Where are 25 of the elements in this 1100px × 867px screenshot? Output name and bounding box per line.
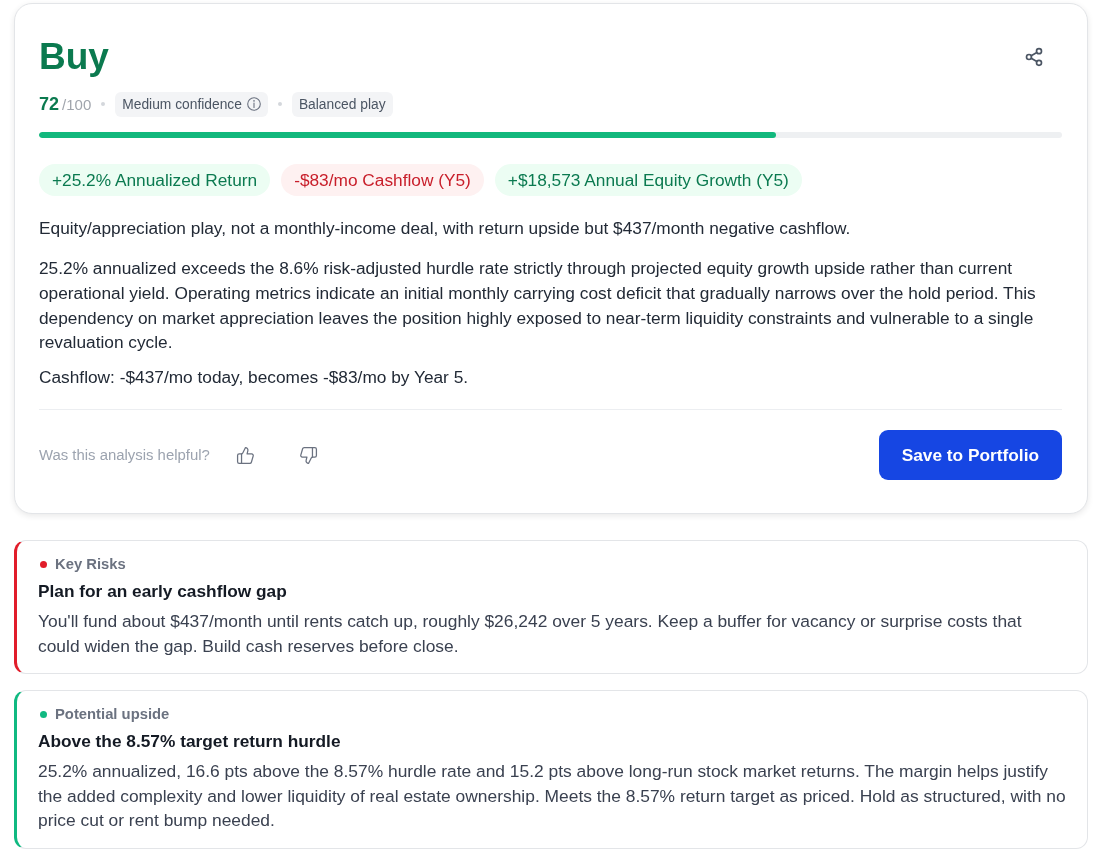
- verdict-title: Buy: [39, 35, 109, 79]
- info-icon[interactable]: [246, 97, 261, 111]
- separator-dot-icon: [101, 102, 106, 106]
- cashflow-note: Cashflow: -$437/mo today, becomes -$83/mo by Year 5.: [39, 366, 470, 390]
- tag-text: Medium confidence: [122, 96, 242, 112]
- insight-title: Above the 8.57% target return hurdle: [38, 730, 342, 754]
- feedback-prompt: Was this analysis helpful?: [39, 447, 210, 464]
- score-value: 72: [39, 93, 60, 115]
- thumbs-up-icon[interactable]: [235, 445, 255, 465]
- insight-text: 25.2% annualized, 16.6 pts above the 8.57% hurdle rate and 15.2 pts above long-run stock market returns. The margin helps justify the added complexity and lower liquidity of real estate ownership. Meets the 8.57% return target as priced. Hold as structured, with no price cut or rent bump needed.: [38, 760, 1067, 833]
- insight-category: Potential upside: [55, 705, 170, 725]
- separator-dot-icon: [277, 102, 282, 106]
- insight-category: Key Risks: [55, 555, 126, 575]
- metric-chip: +$18,573 Annual Equity Growth (Y5): [494, 164, 802, 196]
- save-button[interactable]: Save to Portfolio: [878, 430, 1062, 481]
- thumbs-down-icon[interactable]: [298, 445, 318, 465]
- analysis-text: 25.2% annualized exceeds the 8.6% risk-adjusted hurdle rate strictly through projected equity growth upside rather than current operational yield. Operating metrics indicate an initial monthly carrying cost deficit that gradually narrows over the hold period. This dependency on market appreciation leaves the position highly exposed to near-term liquidity constraints and vulnerable to a single revaluation cycle.: [39, 257, 1037, 355]
- share-icon[interactable]: [1024, 47, 1044, 67]
- metric-chip: +25.2% Annualized Return: [39, 164, 271, 196]
- metric-chip: -$83/mo Cashflow (Y5): [281, 164, 484, 196]
- tag-text: Balanced play: [298, 96, 386, 112]
- summary-text: Equity/appreciation play, not a monthly-income deal, with return upside but $437/month negative cashflow.: [39, 217, 852, 240]
- score-max: /100: [62, 95, 92, 113]
- insight-text: You'll fund about $437/month until rents catch up, roughly $26,242 over 5 years. Keep a buffer for vacancy or surprise costs that could widen the gap. Build cash reserves before close.: [38, 610, 1023, 658]
- insight-title: Plan for an early cashflow gap: [38, 580, 288, 604]
